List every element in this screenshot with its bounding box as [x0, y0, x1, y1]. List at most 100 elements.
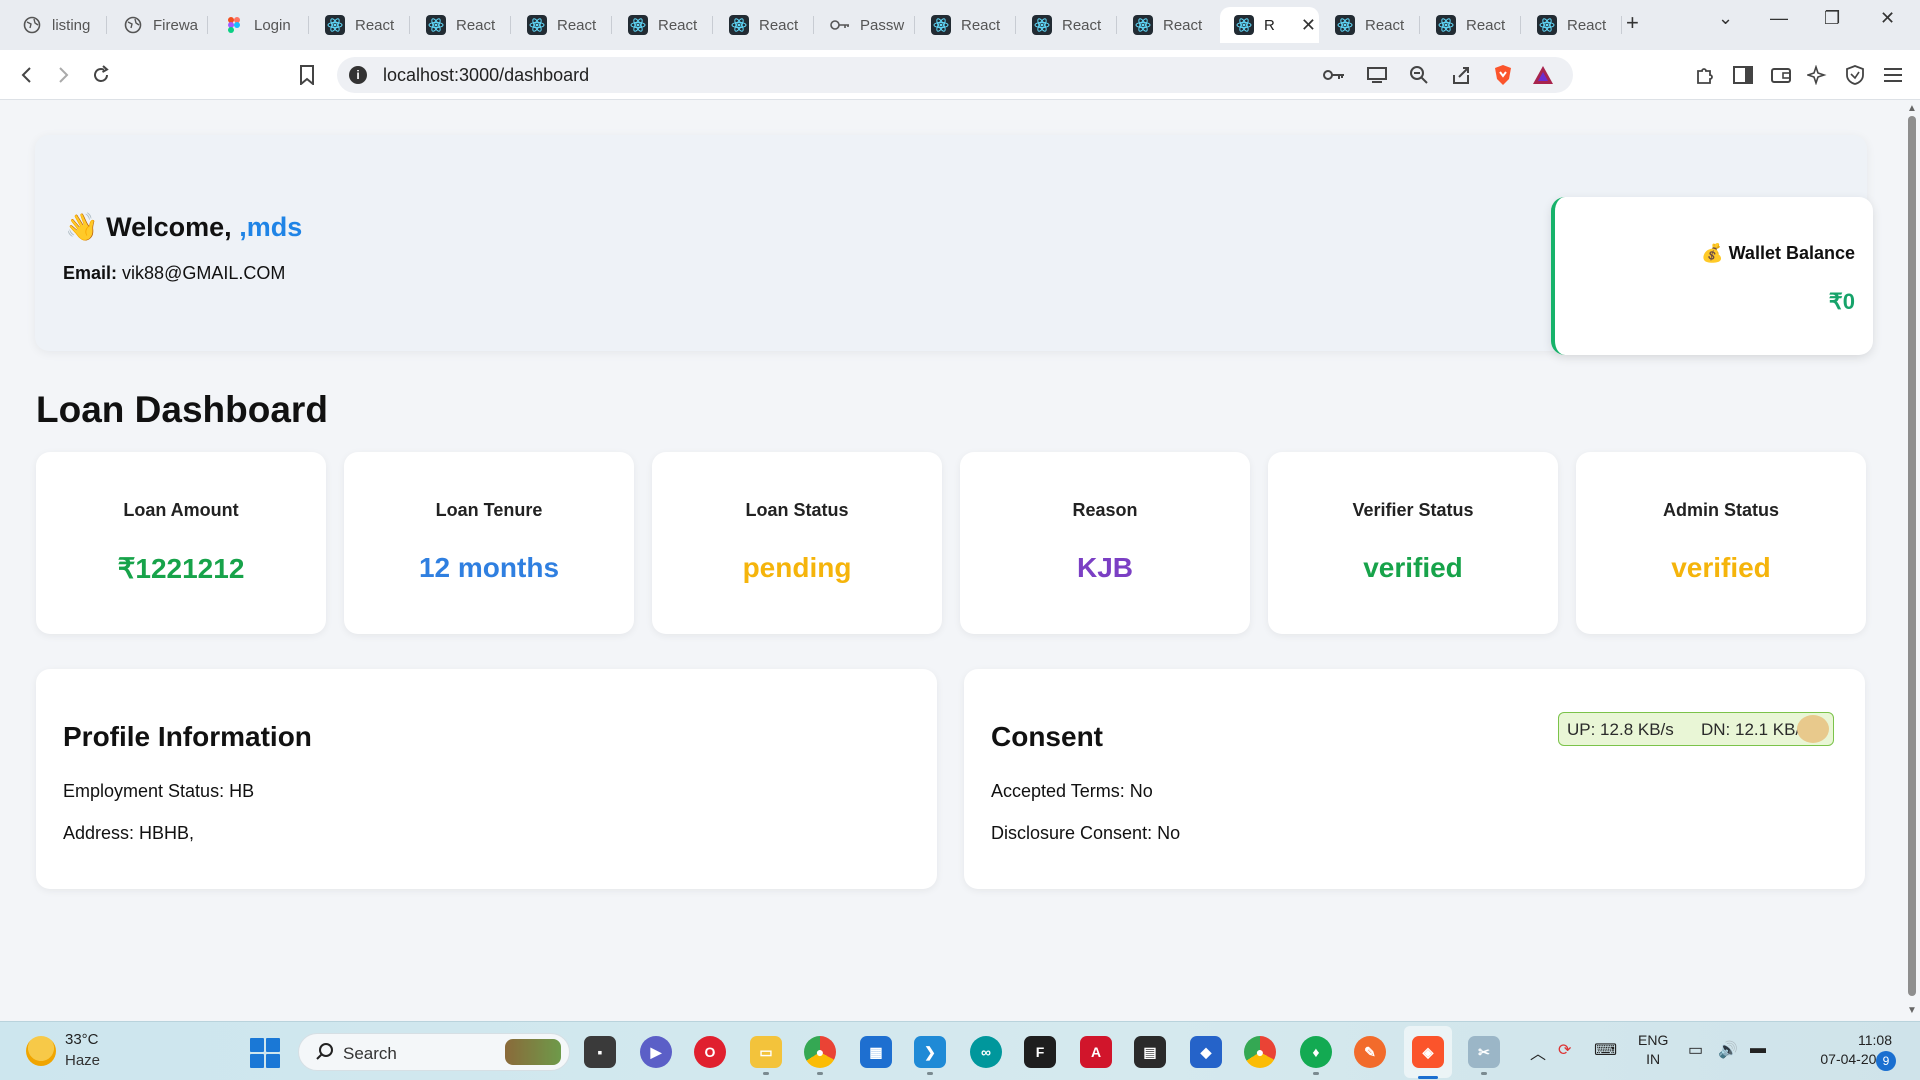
tab-title: React: [355, 16, 395, 34]
figma-icon[interactable]: F: [1024, 1036, 1056, 1068]
browser-tab[interactable]: R ✕: [1220, 7, 1319, 43]
new-tab-button[interactable]: +: [1626, 10, 1639, 36]
browser-tab[interactable]: listing: [8, 7, 107, 43]
vscode-icon[interactable]: ❯: [914, 1036, 946, 1068]
browser-tab[interactable]: React: [1321, 7, 1420, 43]
leo-ai-icon[interactable]: [1804, 62, 1830, 88]
browser-tab[interactable]: React: [1523, 7, 1622, 43]
stat-card-loan-tenure: Loan Tenure 12 months: [344, 452, 634, 634]
postman-icon[interactable]: ✎: [1354, 1036, 1386, 1068]
mongodb-compass-icon[interactable]: ♦: [1300, 1036, 1332, 1068]
winrar-icon[interactable]: ▤: [1134, 1036, 1166, 1068]
tab-separator: [106, 16, 107, 34]
stat-label: Loan Amount: [123, 500, 239, 520]
input-language[interactable]: ENG IN: [1638, 1031, 1668, 1069]
tab-title: Login: [254, 16, 291, 34]
browser-tab[interactable]: React: [513, 7, 612, 43]
task-view-icon[interactable]: ▪: [584, 1036, 616, 1068]
tab-separator: [308, 16, 309, 34]
page-scrollbar[interactable]: ▲ ▼: [1904, 101, 1920, 1021]
wallet-icon[interactable]: [1768, 62, 1794, 88]
sidebar-icon[interactable]: [1730, 62, 1756, 88]
site-info-icon[interactable]: i: [349, 66, 367, 84]
brave-rewards-icon[interactable]: [1531, 64, 1555, 86]
network-speed-monitor[interactable]: UP: 12.8 KB/s DN: 12.1 KB/s: [1558, 712, 1834, 746]
wallet-balance-label-text: Wallet Balance: [1728, 243, 1855, 263]
browser-tab[interactable]: Login: [210, 7, 309, 43]
sync-icon[interactable]: ⟳: [1558, 1040, 1571, 1060]
weather-temperature[interactable]: 33°C: [65, 1031, 99, 1048]
browser-tab[interactable]: React: [311, 7, 410, 43]
file-explorer-icon[interactable]: ▭: [750, 1036, 782, 1068]
stat-card-reason: Reason KJB: [960, 452, 1250, 634]
stat-value: verified: [1363, 552, 1463, 583]
minimize-button[interactable]: —: [1770, 8, 1788, 29]
teams-icon[interactable]: ▶: [640, 1036, 672, 1068]
microsoft-store-icon[interactable]: ▦: [860, 1036, 892, 1068]
back-arrow-icon: [21, 67, 31, 83]
brave-shields-icon[interactable]: [1491, 64, 1515, 86]
zoom-out-icon[interactable]: [1407, 64, 1431, 86]
reload-button[interactable]: [88, 62, 114, 88]
share-icon[interactable]: [1449, 64, 1473, 86]
browser-tab[interactable]: Firewa: [109, 7, 208, 43]
menu-icon[interactable]: [1880, 62, 1906, 88]
address: Address: HBHB,: [63, 823, 195, 843]
notification-badge[interactable]: 9: [1876, 1051, 1896, 1071]
weather-sun-icon[interactable]: [26, 1036, 56, 1066]
tab-separator: [510, 16, 511, 34]
react-icon: [426, 15, 446, 35]
browser-tab[interactable]: React: [1119, 7, 1218, 43]
restore-button[interactable]: ❐: [1824, 8, 1840, 29]
volume-icon[interactable]: 🔊: [1718, 1040, 1738, 1060]
brave-icon[interactable]: ◈: [1412, 1036, 1444, 1068]
extensions-icon[interactable]: [1692, 62, 1718, 88]
chrome-icon[interactable]: ●: [804, 1036, 836, 1068]
globe-icon: [123, 15, 143, 35]
vpn-shield-icon[interactable]: [1842, 62, 1868, 88]
stat-card-admin-status: Admin Status verified: [1576, 452, 1866, 634]
bookmark-button[interactable]: [294, 62, 320, 88]
taskbar-search[interactable]: Search: [298, 1033, 570, 1071]
tab-title: React: [1365, 16, 1405, 34]
tab-separator: [1419, 16, 1420, 34]
close-window-button[interactable]: ✕: [1880, 8, 1895, 29]
scrollbar-thumb[interactable]: [1908, 116, 1916, 996]
url-text[interactable]: localhost:3000/dashboard: [383, 65, 589, 86]
arduino-icon[interactable]: ∞: [970, 1036, 1002, 1068]
react-icon: [1032, 15, 1052, 35]
upload-speed: UP: 12.8 KB/s: [1567, 720, 1674, 739]
back-button[interactable]: [14, 62, 40, 88]
money-bag-icon: 💰: [1701, 243, 1724, 263]
browser-tab[interactable]: React: [1422, 7, 1521, 43]
password-key-icon[interactable]: [1322, 64, 1346, 86]
weather-description[interactable]: Haze: [65, 1052, 100, 1069]
tab-search-chevron-icon[interactable]: ⌄: [1718, 8, 1733, 29]
chrome-profile-icon[interactable]: ●: [1244, 1036, 1276, 1068]
forward-button[interactable]: [50, 62, 76, 88]
browser-tab[interactable]: React: [1018, 7, 1117, 43]
browser-tab[interactable]: Passw: [816, 7, 915, 43]
browser-tab[interactable]: React: [715, 7, 814, 43]
install-app-icon[interactable]: [1365, 64, 1389, 86]
tab-separator: [914, 16, 915, 34]
scroll-up-icon[interactable]: ▲: [1907, 103, 1917, 114]
sketchup-icon[interactable]: ◆: [1190, 1036, 1222, 1068]
browser-tab[interactable]: React: [614, 7, 713, 43]
browser-tab[interactable]: React: [917, 7, 1016, 43]
close-tab-icon[interactable]: ✕: [1301, 15, 1316, 36]
address-bar[interactable]: i localhost:3000/dashboard: [337, 57, 1573, 93]
tab-separator: [611, 16, 612, 34]
browser-tab[interactable]: React: [412, 7, 511, 43]
show-hidden-icons-chevron-icon[interactable]: ︿: [1530, 1040, 1546, 1064]
search-placeholder[interactable]: Search: [343, 1044, 397, 1064]
snipping-tool-icon[interactable]: ✂: [1468, 1036, 1500, 1068]
start-windows-icon[interactable]: [250, 1038, 280, 1068]
region-code: IN: [1646, 1051, 1661, 1067]
network-icon[interactable]: ▭: [1688, 1040, 1703, 1060]
opera-icon[interactable]: O: [694, 1036, 726, 1068]
scroll-down-icon[interactable]: ▼: [1907, 1005, 1917, 1016]
battery-icon[interactable]: ▬: [1750, 1040, 1766, 1058]
autocad-icon[interactable]: A: [1080, 1036, 1112, 1068]
keyboard-icon[interactable]: ⌨: [1594, 1040, 1617, 1060]
